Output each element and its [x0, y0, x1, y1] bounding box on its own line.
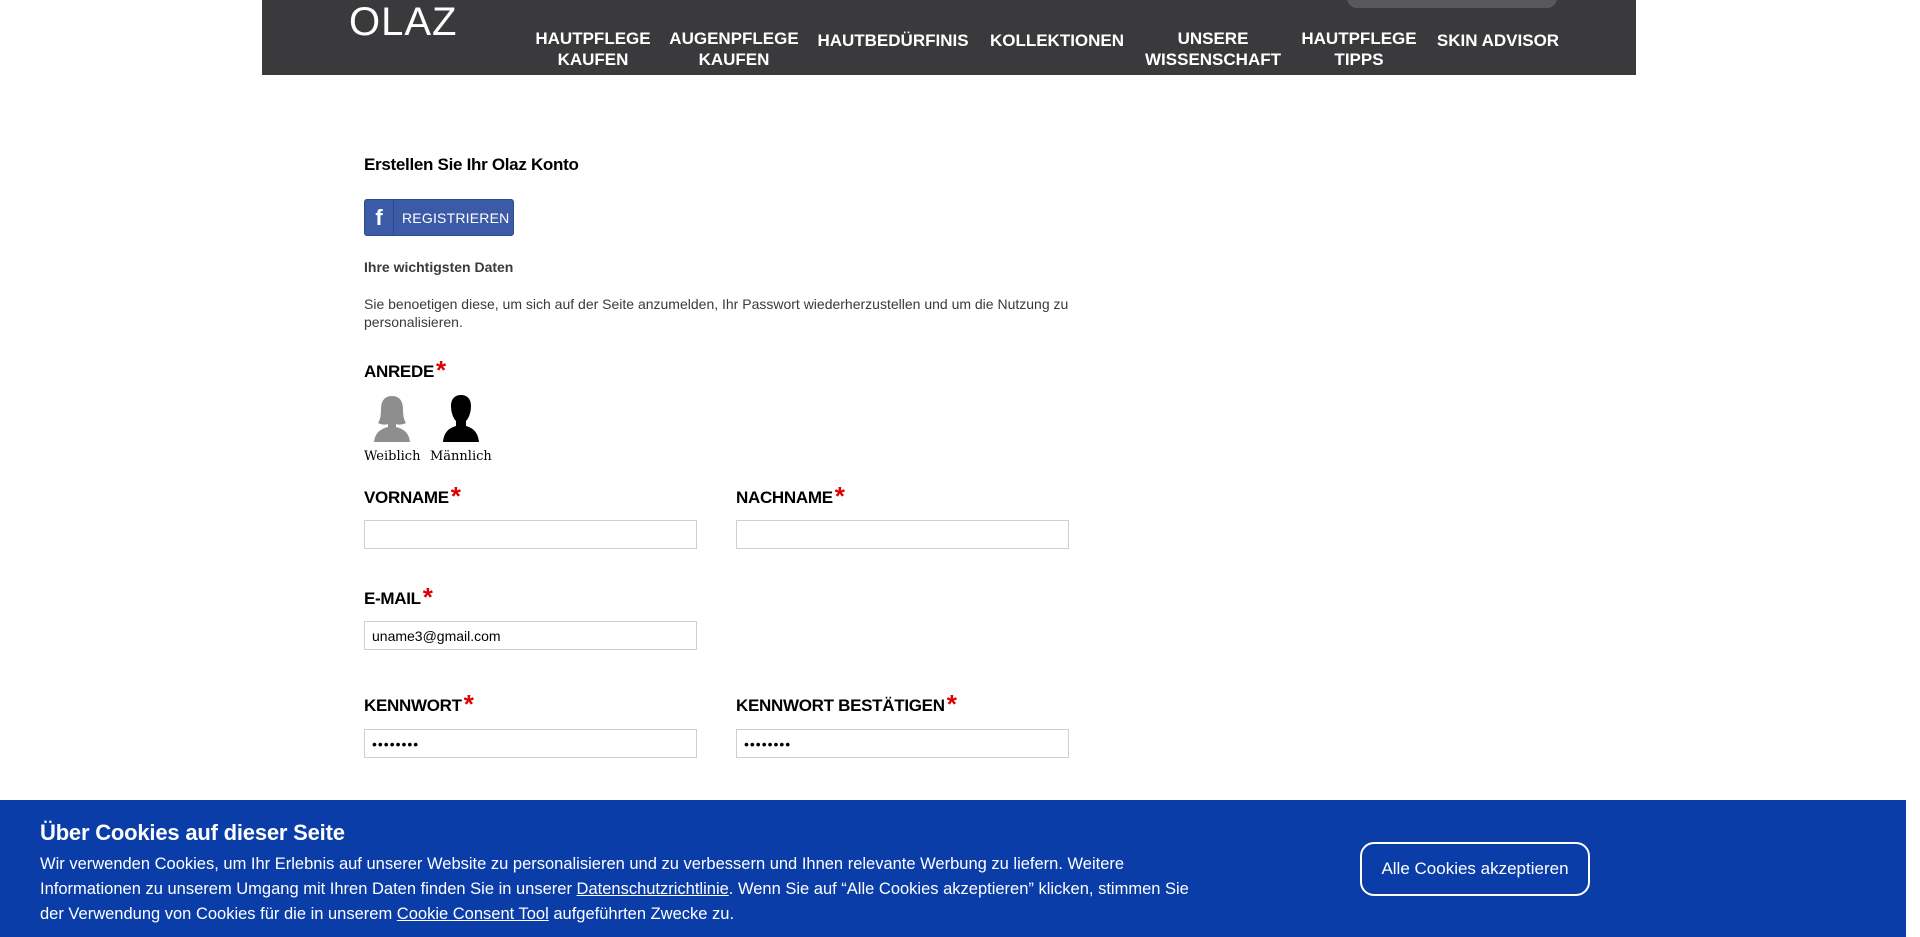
female-silhouette-icon	[374, 396, 411, 442]
section-title: Ihre wichtigsten Daten	[364, 259, 514, 275]
nav-item-hautpflege-kaufen[interactable]: HAUTPFLEGE KAUFEN	[535, 28, 650, 70]
required-marker: *	[946, 689, 957, 719]
cookie-banner: Über Cookies auf dieser Seite Wir verwen…	[0, 800, 1906, 937]
accept-all-cookies-button[interactable]: Alle Cookies akzeptieren	[1360, 842, 1590, 896]
first-name-field[interactable]	[364, 520, 697, 549]
password-confirm-field[interactable]	[736, 729, 1069, 758]
last-name-label-text: NACHNAME	[736, 488, 833, 507]
male-silhouette-icon	[442, 395, 479, 442]
salutation-option-male[interactable]: Männlich	[430, 394, 492, 464]
salutation-option-male-label: Männlich	[430, 449, 492, 464]
password-label: KENNWORT*	[364, 691, 474, 717]
required-marker: *	[450, 481, 461, 511]
email-field[interactable]	[364, 621, 697, 650]
salutation-option-female[interactable]: Weiblich	[364, 394, 420, 464]
nav-item-hautbeduerfnis[interactable]: HAUTBEDÜRFINIS	[817, 30, 968, 51]
password-confirm-label: KENNWORT BESTÄTIGEN*	[736, 691, 957, 717]
search-bar[interactable]	[1347, 0, 1557, 8]
facebook-icon: f	[365, 200, 394, 235]
cookie-banner-text: Wir verwenden Cookies, um Ihr Erlebnis a…	[40, 852, 1190, 927]
required-marker: *	[436, 355, 446, 385]
nav-item-augenpflege-kaufen[interactable]: AUGENPFLEGE KAUFEN	[669, 28, 798, 70]
first-name-label: VORNAME*	[364, 483, 461, 509]
required-marker: *	[834, 481, 845, 511]
cookie-text-part3: aufgeführten Zwecke zu.	[548, 905, 735, 923]
last-name-label: NACHNAME*	[736, 483, 845, 509]
privacy-policy-link[interactable]: Datenschutzrichtlinie	[577, 880, 729, 898]
first-name-label-text: VORNAME	[364, 488, 449, 507]
olaz-logo[interactable]: OLAZ	[349, 0, 457, 44]
facebook-register-button[interactable]: f REGISTRIEREN	[364, 199, 514, 236]
required-marker: *	[422, 582, 433, 612]
nav-item-unsere-wissenschaft[interactable]: UNSERE WISSENSCHAFT	[1145, 28, 1281, 70]
password-label-text: KENNWORT	[364, 696, 462, 715]
salutation-label: ANREDE*	[364, 357, 446, 383]
nav-item-hautpflege-tipps[interactable]: HAUTPFLEGE TIPPS	[1301, 28, 1416, 70]
nav-item-skin-advisor[interactable]: SKIN ADVISOR	[1437, 30, 1559, 51]
page-title: Erstellen Sie Ihr Olaz Konto	[364, 155, 579, 174]
cookie-banner-title: Über Cookies auf dieser Seite	[40, 820, 345, 845]
email-label-text: E-MAIL	[364, 589, 421, 608]
password-confirm-label-text: KENNWORT BESTÄTIGEN	[736, 696, 945, 715]
cookie-consent-tool-link[interactable]: Cookie Consent Tool	[397, 905, 549, 923]
email-label: E-MAIL*	[364, 584, 433, 610]
salutation-label-text: ANREDE	[364, 362, 434, 381]
nav-item-kollektionen[interactable]: KOLLEKTIONEN	[990, 30, 1124, 51]
salutation-option-female-label: Weiblich	[364, 449, 421, 464]
section-description: Sie benoetigen diese, um sich auf der Se…	[364, 296, 1069, 330]
facebook-register-label: REGISTRIEREN	[402, 209, 510, 226]
site-header: OLAZ HAUTPFLEGE KAUFEN AUGENPFLEGE KAUFE…	[262, 0, 1636, 75]
password-field[interactable]	[364, 729, 697, 758]
last-name-field[interactable]	[736, 520, 1069, 549]
required-marker: *	[463, 689, 474, 719]
